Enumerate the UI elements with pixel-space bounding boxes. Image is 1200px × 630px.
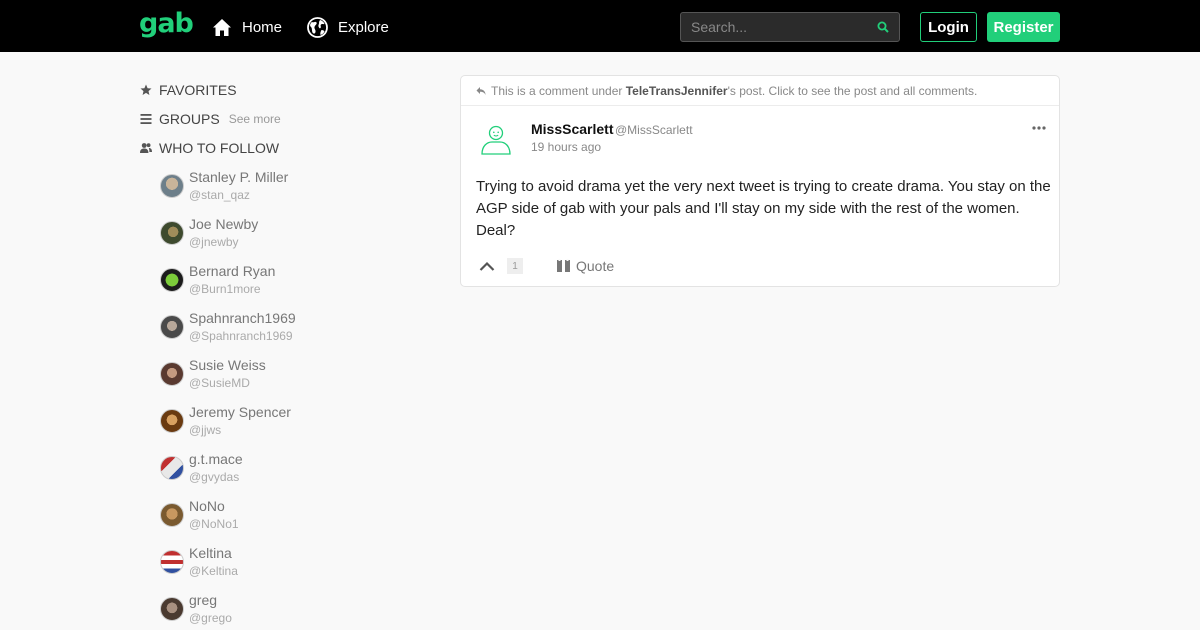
follow-item[interactable]: Spahnranch1969 @Spahnranch1969 — [160, 308, 410, 355]
post-author-handle[interactable]: @MissScarlett — [615, 123, 693, 137]
sidebar-favorites[interactable]: FAVORITES — [140, 81, 237, 99]
follow-item[interactable]: NoNo @NoNo1 — [160, 496, 410, 543]
sidebar-groups[interactable]: GROUPS See more — [140, 110, 281, 128]
follow-handle: @jjws — [189, 423, 222, 437]
notice-user[interactable]: TeleTransJennifer — [626, 84, 728, 98]
post-timestamp[interactable]: 19 hours ago — [531, 140, 601, 154]
follow-item[interactable]: Joe Newby @jnewby — [160, 214, 410, 261]
follow-item[interactable]: Stanley P. Miller @stan_qaz — [160, 167, 410, 214]
avatar — [160, 503, 184, 527]
avatar — [160, 174, 184, 198]
nav-home[interactable]: Home — [212, 16, 282, 38]
avatar — [160, 550, 184, 574]
star-icon — [140, 84, 152, 95]
see-more-link[interactable]: See more — [229, 112, 281, 126]
avatar — [160, 315, 184, 339]
nav-home-label: Home — [242, 18, 283, 36]
nav-explore[interactable]: Explore — [307, 16, 389, 38]
follow-name: greg — [189, 592, 218, 608]
follow-name: NoNo — [189, 498, 225, 514]
avatar — [160, 362, 184, 386]
follow-handle: @grego — [189, 611, 232, 625]
quote-label: Quote — [576, 258, 615, 274]
post-card: This is a comment under TeleTransJennife… — [460, 75, 1060, 287]
follow-item[interactable]: g.t.mace @gvydas — [160, 449, 410, 496]
avatar — [160, 456, 184, 480]
follow-handle: @stan_qaz — [189, 188, 250, 202]
gab-logo[interactable]: gab — [139, 8, 194, 39]
follow-name: Jeremy Spencer — [189, 404, 291, 420]
follow-handle: @gvydas — [189, 470, 240, 484]
follow-handle: @Keltina — [189, 564, 238, 578]
post-author-name[interactable]: MissScarlett — [531, 121, 613, 137]
follow-item[interactable]: Keltina @Keltina — [160, 543, 410, 590]
follow-handle: @Burn1more — [189, 282, 261, 296]
upvote-count: 1 — [507, 258, 523, 274]
default-avatar-icon[interactable] — [479, 122, 513, 156]
follow-name: Stanley P. Miller — [189, 169, 289, 185]
notice-suffix: 's post. Click to see the post and all c… — [727, 83, 978, 98]
search-box — [680, 12, 900, 42]
avatar — [160, 221, 184, 245]
register-button[interactable]: Register — [987, 12, 1060, 42]
globe-icon — [307, 16, 328, 38]
notice-prefix: This is a comment under — [491, 83, 623, 98]
follow-name: Bernard Ryan — [189, 263, 276, 279]
search-icon[interactable] — [877, 21, 889, 33]
follow-name: Joe Newby — [189, 216, 259, 232]
follow-handle: @SusieMD — [189, 376, 250, 390]
comment-notice[interactable]: This is a comment under TeleTransJennife… — [461, 76, 1059, 106]
nav-explore-label: Explore — [338, 18, 389, 36]
upvote-icon[interactable] — [479, 261, 495, 271]
sidebar-who-to-follow: WHO TO FOLLOW — [140, 139, 279, 157]
follow-name: Keltina — [189, 545, 232, 561]
avatar — [160, 597, 184, 621]
follow-handle: @NoNo1 — [189, 517, 239, 531]
login-button[interactable]: Login — [920, 12, 977, 42]
who-to-follow-label: WHO TO FOLLOW — [159, 140, 280, 156]
top-bar: gab Home Explore Login Register — [0, 0, 1200, 52]
follow-name: Susie Weiss — [189, 357, 266, 373]
avatar — [160, 268, 184, 292]
follow-item[interactable]: Jeremy Spencer @jjws — [160, 402, 410, 449]
users-icon — [140, 143, 152, 153]
follow-item[interactable]: Susie Weiss @SusieMD — [160, 355, 410, 402]
quote-button[interactable]: Quote — [557, 258, 614, 274]
follow-handle: @jnewby — [189, 235, 239, 249]
more-options-icon[interactable] — [1032, 126, 1046, 130]
sidebar-favorites-label: FAVORITES — [159, 82, 237, 98]
follow-name: Spahnranch1969 — [189, 310, 296, 326]
home-icon — [213, 18, 231, 36]
sidebar-groups-label: GROUPS — [159, 111, 220, 127]
follow-handle: @Spahnranch1969 — [189, 329, 293, 343]
list-icon — [140, 114, 152, 124]
follow-item[interactable]: Bernard Ryan @Burn1more — [160, 261, 410, 308]
follow-item[interactable]: greg @grego — [160, 590, 410, 630]
avatar — [160, 409, 184, 433]
search-input[interactable] — [681, 13, 871, 41]
follow-list: Stanley P. Miller @stan_qaz Joe Newby @j… — [160, 167, 410, 630]
post-body: Trying to avoid drama yet the very next … — [476, 178, 1051, 239]
post-actions: 1 Quote — [479, 257, 614, 275]
quote-icon — [557, 259, 570, 272]
reply-icon — [476, 86, 486, 95]
follow-name: g.t.mace — [189, 451, 243, 467]
